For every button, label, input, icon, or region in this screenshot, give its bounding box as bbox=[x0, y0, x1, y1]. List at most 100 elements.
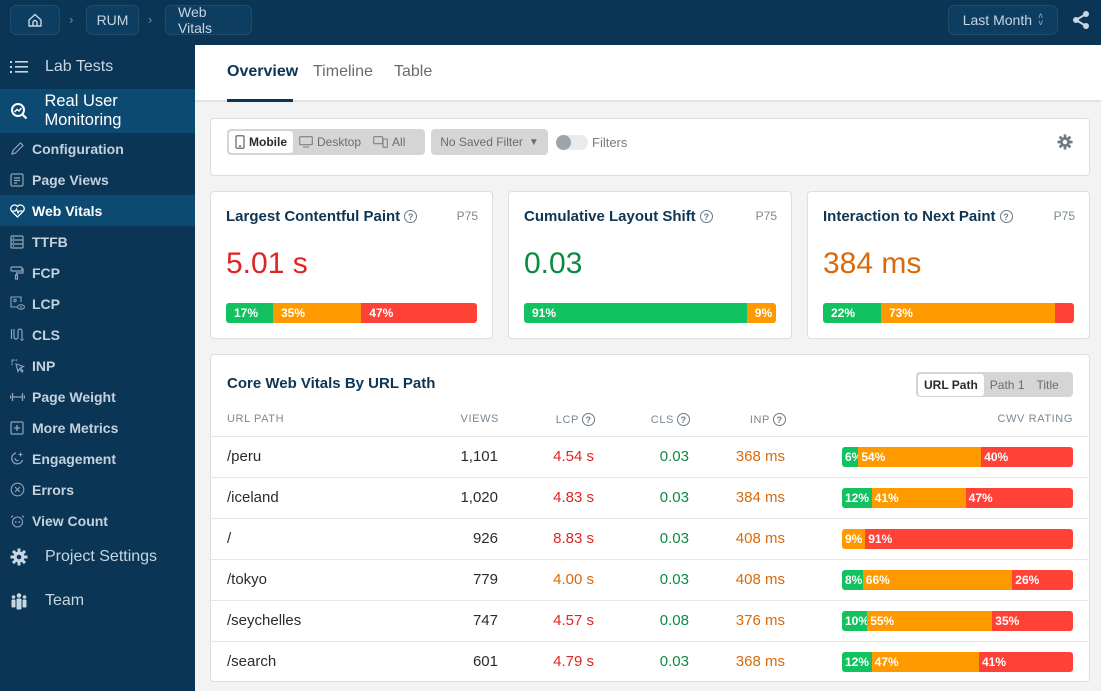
sidebar-item-view-count[interactable]: View Count bbox=[0, 505, 195, 536]
tab-overview[interactable]: Overview bbox=[227, 63, 298, 81]
filter-bar: Mobile Desktop All No Saved Filter ▼ Fil… bbox=[210, 118, 1090, 176]
lcp-value: 8.83 s bbox=[553, 530, 594, 547]
sidebar-item-configuration[interactable]: Configuration bbox=[0, 133, 195, 164]
team-icon bbox=[9, 591, 29, 611]
lcp-value: 4.83 s bbox=[553, 489, 594, 506]
column-header-views[interactable]: VIEWS bbox=[461, 413, 499, 425]
table-title: Core Web Vitals By URL Path bbox=[227, 375, 436, 392]
column-header-url-path[interactable]: URL PATH bbox=[227, 413, 284, 425]
table-row[interactable]: / 926 8.83 s 0.03 408 ms 9% 91% bbox=[211, 518, 1088, 559]
group-path1-button[interactable]: Path 1 bbox=[984, 374, 1031, 396]
help-icon[interactable]: ? bbox=[404, 210, 418, 223]
column-header-cwv-rating[interactable]: CWV RATING bbox=[998, 413, 1073, 425]
tab-table[interactable]: Table bbox=[394, 63, 432, 81]
device-mobile-button[interactable]: Mobile bbox=[229, 131, 293, 153]
group-url-path-button[interactable]: URL Path bbox=[918, 373, 984, 396]
table-row[interactable]: /seychelles 747 4.57 s 0.08 376 ms 10% 55% 35% bbox=[211, 600, 1088, 641]
sidebar-item-engagement[interactable]: Engagement bbox=[0, 443, 195, 474]
help-icon[interactable]: ? bbox=[699, 210, 713, 223]
column-header-lcp[interactable]: LCP? bbox=[556, 413, 595, 426]
period-select[interactable]: Last Month ˄ ˅ bbox=[948, 5, 1058, 35]
column-header-inp[interactable]: INP? bbox=[750, 413, 786, 426]
desktop-icon bbox=[299, 136, 313, 148]
sidebar-item-page-views[interactable]: Page Views bbox=[0, 164, 195, 195]
sidebar-item-label: FCP bbox=[32, 264, 60, 281]
views-value: 1,101 bbox=[460, 448, 498, 465]
device-desktop-button[interactable]: Desktop bbox=[293, 131, 367, 153]
inp-value: 376 ms bbox=[735, 612, 785, 629]
inp-value: 384 ms bbox=[735, 489, 785, 506]
engagement-icon bbox=[9, 451, 25, 467]
plus-square-icon bbox=[9, 420, 25, 436]
help-icon[interactable]: ? bbox=[773, 413, 786, 426]
header-label: LCP bbox=[555, 413, 579, 426]
sidebar-team[interactable]: Team bbox=[0, 586, 195, 616]
column-header-cls[interactable]: CLS? bbox=[651, 413, 690, 426]
sidebar-item-label: Page Views bbox=[32, 171, 109, 188]
saved-filter-dropdown[interactable]: No Saved Filter ▼ bbox=[431, 129, 548, 155]
period-label: Last Month bbox=[962, 12, 1032, 28]
inp-value: 368 ms bbox=[735, 448, 785, 465]
sidebar-item-cls[interactable]: CLS bbox=[0, 319, 195, 350]
table-row[interactable]: /tokyo 779 4.00 s 0.03 408 ms 8% 66% 26% bbox=[211, 559, 1088, 600]
breadcrumb-separator-icon: › bbox=[69, 12, 74, 27]
inp-value: 408 ms bbox=[735, 530, 785, 547]
sidebar-real-user-monitoring[interactable]: Real User Monitoring bbox=[0, 89, 195, 133]
distribution-bar: 22% 73% bbox=[823, 303, 1074, 323]
views-value: 779 bbox=[472, 571, 498, 588]
sidebar-item-fcp[interactable]: FCP bbox=[0, 257, 195, 288]
metric-title: Interaction to Next Paint bbox=[823, 208, 996, 225]
url-path: /seychelles bbox=[227, 612, 302, 629]
cwv-rating-bar: 12% 41% 47% bbox=[842, 488, 1073, 508]
sidebar-rum-label: Real User Monitoring bbox=[44, 92, 122, 129]
inp-value: 368 ms bbox=[735, 653, 785, 670]
help-icon[interactable]: ? bbox=[677, 413, 690, 426]
metric-value: 5.01 s bbox=[226, 247, 308, 280]
metric-title: Largest Contentful Paint bbox=[226, 208, 401, 225]
sidebar-item-errors[interactable]: Errors bbox=[0, 474, 195, 505]
table-row[interactable]: /iceland 1,020 4.83 s 0.03 384 ms 12% 41% 47% bbox=[211, 477, 1088, 518]
metric-title-row: Interaction to Next Paint ? bbox=[823, 208, 1013, 225]
views-value: 926 bbox=[472, 530, 498, 547]
header-label: VIEWS bbox=[460, 413, 499, 425]
device-all-button[interactable]: All bbox=[367, 131, 411, 153]
poor-segment: 26% bbox=[1012, 570, 1073, 590]
sidebar-item-inp[interactable]: INP bbox=[0, 350, 195, 381]
table-row[interactable]: /peru 1,101 4.54 s 0.03 368 ms 6%54%40% bbox=[211, 436, 1088, 477]
active-tab-indicator bbox=[227, 99, 293, 102]
filters-toggle[interactable] bbox=[556, 135, 588, 150]
sidebar-lab-tests[interactable]: Lab Tests bbox=[0, 52, 195, 82]
good-segment: 17% bbox=[226, 303, 273, 323]
metric-value: 0.03 bbox=[524, 247, 583, 280]
share-icon[interactable] bbox=[1071, 10, 1091, 30]
sidebar-item-lcp[interactable]: LCP bbox=[0, 288, 195, 319]
sidebar-item-label: Configuration bbox=[32, 140, 124, 157]
poor-segment: 35% bbox=[992, 611, 1073, 631]
breadcrumb-web-vitals[interactable]: Web Vitals bbox=[165, 4, 252, 36]
sidebar-item-ttfb[interactable]: TTFB bbox=[0, 226, 195, 257]
search-chart-icon bbox=[9, 101, 28, 121]
sidebar-item-label: Errors bbox=[32, 481, 75, 498]
help-icon[interactable]: ? bbox=[999, 210, 1013, 223]
sidebar-item-web-vitals[interactable]: Web Vitals bbox=[0, 195, 195, 226]
url-path: /peru bbox=[227, 448, 262, 465]
device-selector: Mobile Desktop All bbox=[227, 129, 425, 155]
url-path: /tokyo bbox=[227, 571, 268, 588]
help-icon[interactable]: ? bbox=[582, 413, 595, 426]
sidebar-item-more-metrics[interactable]: More Metrics bbox=[0, 412, 195, 443]
all-devices-icon bbox=[373, 136, 388, 148]
sidebar-item-page-weight[interactable]: Page Weight bbox=[0, 381, 195, 412]
good-segment: 91% bbox=[524, 303, 747, 323]
tab-timeline[interactable]: Timeline bbox=[313, 63, 373, 81]
group-title-button[interactable]: Title bbox=[1031, 374, 1065, 396]
sidebar-project-settings[interactable]: Project Settings bbox=[0, 542, 195, 572]
lcp-value: 4.79 s bbox=[553, 653, 594, 670]
heartbeat-icon bbox=[9, 203, 25, 219]
breadcrumb-home[interactable] bbox=[10, 5, 60, 35]
sidebar-item-label: CLS bbox=[32, 326, 60, 343]
sidebar-item-label: LCP bbox=[32, 295, 60, 312]
settings-gear-icon[interactable] bbox=[1057, 134, 1073, 150]
breadcrumb-rum[interactable]: RUM bbox=[86, 5, 139, 35]
table-row[interactable]: /search 601 4.79 s 0.03 368 ms 12% 47% 41% bbox=[211, 641, 1088, 682]
layout-shift-icon bbox=[9, 327, 25, 343]
